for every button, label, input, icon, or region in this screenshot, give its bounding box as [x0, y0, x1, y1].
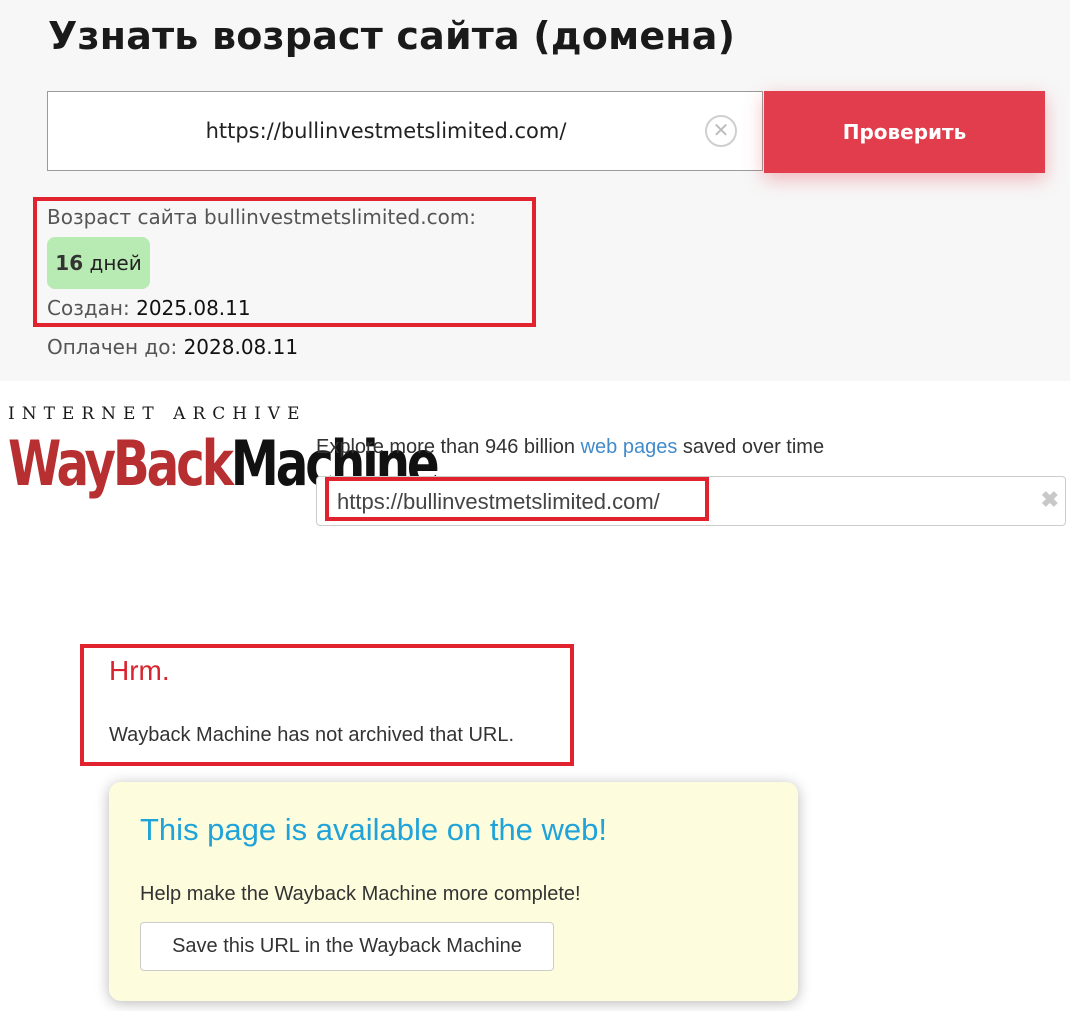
paid-label: Оплачен до:	[47, 335, 178, 359]
help-text: Help make the Wayback Machine more compl…	[140, 883, 581, 905]
logo-internet-archive: INTERNET ARCHIVE	[8, 404, 307, 424]
explore-text: Explore more than 946 billion web pages …	[316, 436, 824, 459]
explore-prefix: Explore more than 946 billion	[316, 436, 581, 458]
available-title: This page is available on the web!	[140, 812, 608, 847]
web-pages-link[interactable]: web pages	[581, 436, 678, 458]
highlight-box-search	[325, 477, 709, 521]
clear-circle-x-icon[interactable]: ✕	[705, 115, 737, 147]
explore-suffix: saved over time	[677, 436, 825, 458]
wayback-logo[interactable]: INTERNET ARCHIVE WayBackMachine	[8, 404, 440, 506]
logo-wordmark: WayBackMachine	[8, 422, 440, 506]
logo-wayback: WayBack	[8, 427, 234, 500]
available-card: This page is available on the web! Help …	[109, 782, 798, 1001]
paid-row: Оплачен до: 2028.08.11	[47, 335, 298, 359]
url-input[interactable]	[48, 92, 698, 170]
highlight-box-not-archived	[80, 644, 574, 766]
save-url-button[interactable]: Save this URL in the Wayback Machine	[140, 922, 554, 971]
highlight-box-age	[33, 197, 536, 327]
clear-x-icon[interactable]: ✖	[1041, 487, 1059, 513]
paid-value: 2028.08.11	[183, 335, 299, 359]
page-title: Узнать возраст сайта (домена)	[48, 14, 736, 58]
url-input-box: ✕	[47, 91, 763, 171]
check-button[interactable]: Проверить	[764, 91, 1045, 173]
domain-age-checker: Узнать возраст сайта (домена) ✕ Проверит…	[0, 0, 1070, 381]
